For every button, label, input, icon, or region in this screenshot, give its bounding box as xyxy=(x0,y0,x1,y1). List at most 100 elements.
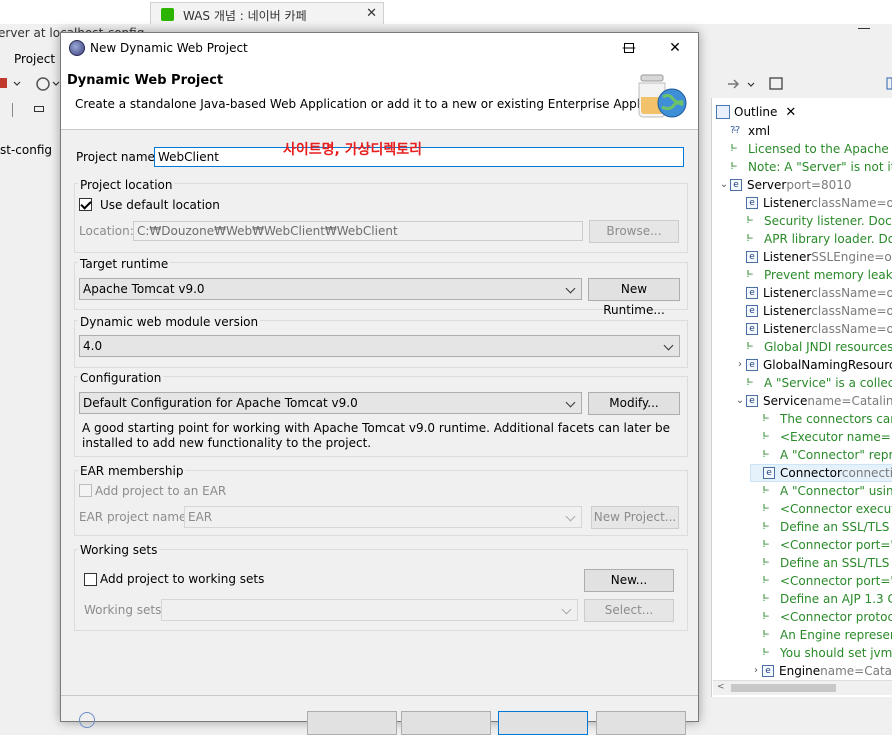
new-working-set-button[interactable]: New... xyxy=(584,569,674,592)
close-icon[interactable]: ✕ xyxy=(366,6,377,21)
outline-item-attributes: className=org xyxy=(811,196,892,210)
configuration-select[interactable]: Default Configuration for Apache Tomcat … xyxy=(79,392,582,414)
outline-item[interactable]: !-- A "Connector" using xyxy=(750,482,892,500)
configuration-title: Configuration xyxy=(78,371,164,385)
close-icon[interactable]: ✕ xyxy=(785,105,796,120)
outline-item[interactable]: ⌄ e Service name=Catalina xyxy=(734,392,892,410)
xml-comment-icon: !-- xyxy=(746,233,753,244)
outline-item[interactable]: !-- The connectors can xyxy=(750,410,892,428)
outline-item[interactable]: ⌄ e Server port=8010 xyxy=(718,176,852,194)
outline-item-label: A "Connector" repre xyxy=(780,448,892,462)
outline-item[interactable]: !-- Define an SSL/TLS H xyxy=(750,518,892,536)
outline-item[interactable]: !-- Define an AJP 1.3 C xyxy=(750,590,892,608)
outline-item[interactable]: e Listener className=org xyxy=(734,194,892,212)
ear-project-name-value: EAR xyxy=(188,510,213,524)
close-dialog-icon[interactable]: ✕ xyxy=(660,37,690,59)
outline-item[interactable]: e Listener className=org xyxy=(734,302,892,320)
chevron-right-icon[interactable]: › xyxy=(734,356,746,374)
minimize-icon[interactable] xyxy=(858,28,870,29)
xml-element-icon: e xyxy=(730,179,742,191)
outline-item[interactable]: !-- <Connector port="8 xyxy=(750,572,892,590)
outline-item[interactable]: !-- Note: A "Server" is not its xyxy=(718,158,892,176)
outline-item[interactable]: e Listener className=org xyxy=(734,320,892,338)
finish-button[interactable] xyxy=(498,711,588,735)
target-runtime-select[interactable]: Apache Tomcat v9.0 xyxy=(79,278,582,300)
cancel-button[interactable] xyxy=(596,711,686,735)
maximize-icon[interactable] xyxy=(624,43,634,53)
outline-item[interactable]: › e Engine name=Catali xyxy=(750,662,892,680)
outline-tab-label: Outline xyxy=(734,105,778,119)
chevron-down-icon[interactable]: ⌄ xyxy=(718,176,730,194)
right-toolbar[interactable] xyxy=(698,72,892,98)
outline-item[interactable]: !-- A "Connector" repre xyxy=(750,446,892,464)
outline-item-attributes: connectio xyxy=(841,466,892,480)
add-to-ear-checkbox[interactable] xyxy=(79,484,92,497)
scroll-left-icon[interactable]: < xyxy=(717,682,725,692)
outline-item[interactable]: e Listener className=org xyxy=(734,284,892,302)
outline-item[interactable]: › e GlobalNamingResource xyxy=(734,356,892,374)
outline-item-label: Service xyxy=(763,394,808,408)
use-default-location-checkbox[interactable] xyxy=(79,198,92,211)
outline-item-label: Listener xyxy=(763,196,812,210)
back-button[interactable] xyxy=(307,711,397,735)
outline-item[interactable]: e Listener SSLEngine=on xyxy=(734,248,892,266)
scroll-thumb[interactable] xyxy=(731,684,836,692)
new-ear-project-button[interactable]: New Project... xyxy=(591,506,679,529)
modify-button[interactable]: Modify... xyxy=(588,392,680,415)
xml-comment-icon: !-- xyxy=(762,431,769,442)
explorer-item[interactable]: st-config xyxy=(0,143,52,157)
outline-view[interactable]: Outline ✕ ?-? xml !-- Licensed to the Apach… xyxy=(711,98,892,697)
target-runtime-value: Apache Tomcat v9.0 xyxy=(83,282,205,296)
location-input[interactable]: C:₩Douzone₩Web₩WebClient₩WebClient xyxy=(133,221,583,241)
outline-item[interactable]: !-- Prevent memory leaks xyxy=(734,266,892,284)
xml-comment-icon: !-- xyxy=(762,521,769,532)
select-working-sets-button[interactable]: Select... xyxy=(584,599,674,622)
toolbar-gear-icon xyxy=(36,77,50,91)
outline-item-label: APR library loader. Doc xyxy=(764,232,892,246)
chevron-down-icon[interactable]: ⌄ xyxy=(734,392,746,410)
xml-comment-icon: !-- xyxy=(746,215,753,226)
minimize-view-icon[interactable] xyxy=(34,106,44,112)
working-sets-select[interactable] xyxy=(161,599,578,621)
outline-item[interactable]: e Connector connectio xyxy=(750,464,892,482)
outline-item-label: Listener xyxy=(763,250,812,264)
xml-element-icon: e xyxy=(763,467,775,479)
outline-item-attributes: className=org xyxy=(811,304,892,318)
outline-item[interactable]: !-- Security listener. Docu xyxy=(734,212,892,230)
wizard-header: Dynamic Web Project Create a standalone … xyxy=(61,63,698,130)
xml-comment-icon: !-- xyxy=(762,503,769,514)
outline-item[interactable]: !-- <Connector port="8 xyxy=(750,536,892,554)
outline-item[interactable]: !-- You should set jvmR xyxy=(750,644,892,662)
new-runtime-button[interactable]: New Runtime... xyxy=(588,278,680,317)
browser-tab[interactable]: WAS 개념 : 네이버 카페 ✕ xyxy=(150,2,384,24)
outline-item[interactable]: !-- <Connector protoco xyxy=(750,608,892,626)
outline-item[interactable]: !-- <Executor name="to xyxy=(750,428,892,446)
chevron-right-icon[interactable]: › xyxy=(750,662,762,680)
outline-item[interactable]: !-- Global JNDI resources. xyxy=(734,338,892,356)
ide-toolbar[interactable] xyxy=(0,70,60,98)
outline-item-label: Listener xyxy=(763,286,812,300)
add-to-working-sets-checkbox[interactable] xyxy=(84,573,97,586)
outline-item[interactable]: !-- APR library loader. Doc xyxy=(734,230,892,248)
xml-element-icon: e xyxy=(746,251,758,263)
module-version-select[interactable]: 4.0 xyxy=(79,335,680,357)
outline-item[interactable]: !-- <Connector executo xyxy=(750,500,892,518)
xml-comment-icon: !-- xyxy=(730,161,737,172)
dialog-titlebar[interactable]: New Dynamic Web Project — ✕ xyxy=(61,33,698,63)
outline-item[interactable]: !-- Define an SSL/TLS H xyxy=(750,554,892,572)
help-icon[interactable] xyxy=(79,712,95,728)
outline-tab[interactable]: Outline ✕ xyxy=(716,102,796,122)
browser-strip xyxy=(0,0,892,24)
annotation-text: 사이트명, 가상디렉토리 xyxy=(283,142,422,158)
outline-item[interactable]: !-- An Engine represent xyxy=(750,626,892,644)
ear-project-name-select[interactable]: EAR xyxy=(184,506,582,528)
outline-item[interactable]: !-- Licensed to the Apache Sc xyxy=(718,140,892,158)
outline-item[interactable]: !-- A "Service" is a collecti xyxy=(734,374,892,392)
outline-horizontal-scrollbar[interactable]: < xyxy=(713,680,892,695)
next-button[interactable] xyxy=(401,711,491,735)
xml-comment-icon: !-- xyxy=(762,647,769,658)
outline-item[interactable]: ?-? xml xyxy=(718,122,770,140)
browse-button[interactable]: Browse... xyxy=(589,220,679,243)
new-dynamic-web-project-dialog: New Dynamic Web Project — ✕ Dynamic Web … xyxy=(60,32,699,735)
menu-project[interactable]: Project xyxy=(14,52,55,66)
